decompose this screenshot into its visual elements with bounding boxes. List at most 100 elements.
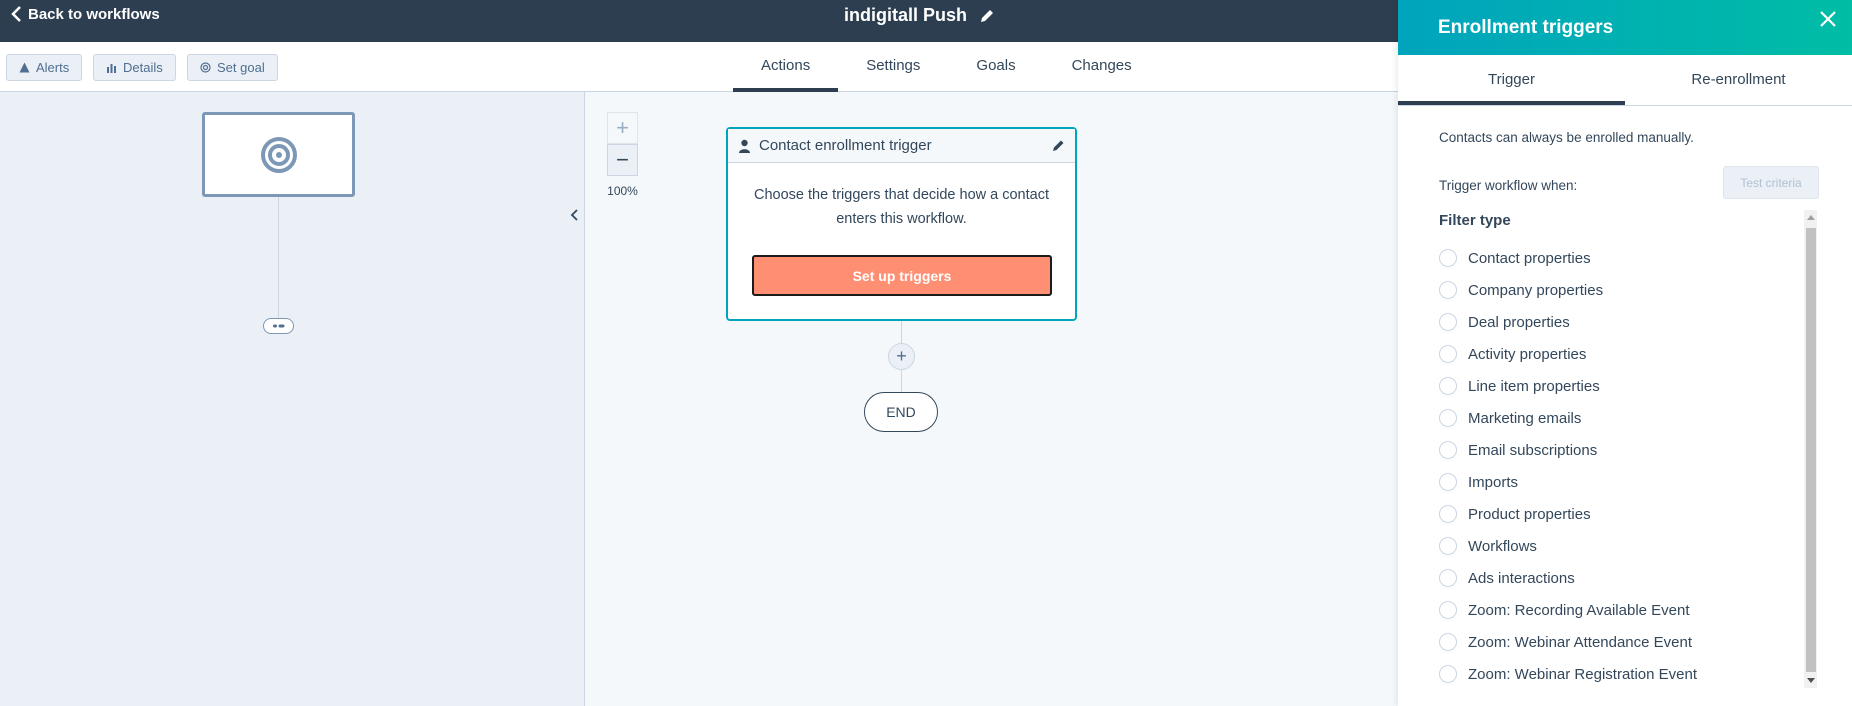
filter-label: Ads interactions — [1468, 569, 1575, 587]
radio-button[interactable] — [1439, 409, 1457, 427]
minimap-connector — [278, 197, 279, 318]
radio-button[interactable] — [1439, 313, 1457, 331]
filter-option-line-item-properties[interactable]: Line item properties — [1439, 370, 1697, 402]
trigger-card-title: Contact enrollment trigger — [759, 137, 932, 154]
filter-label: Marketing emails — [1468, 409, 1582, 427]
filter-option-imports[interactable]: Imports — [1439, 466, 1697, 498]
filter-label: Deal properties — [1468, 313, 1570, 331]
set-goal-button[interactable]: Set goal — [187, 54, 278, 81]
filter-label: Workflows — [1468, 537, 1537, 555]
minimap-panel — [0, 92, 585, 706]
trigger-when-label: Trigger workflow when: — [1439, 178, 1578, 193]
filter-list-scrollbar[interactable] — [1804, 210, 1817, 688]
workflow-tabs: Actions Settings Goals Changes — [733, 42, 1160, 92]
enrollment-triggers-panel: Enrollment triggers Trigger Re-enrollmen… — [1398, 0, 1852, 706]
filter-option-deal-properties[interactable]: Deal properties — [1439, 306, 1697, 338]
filter-label: Product properties — [1468, 505, 1591, 523]
end-node: END — [864, 392, 938, 432]
panel-header: Enrollment triggers — [1398, 0, 1852, 55]
flow-connector — [901, 370, 902, 392]
back-to-workflows-link[interactable]: Back to workflows — [10, 5, 160, 23]
radio-button[interactable] — [1439, 473, 1457, 491]
filter-option-zoom-recording-available[interactable]: Zoom: Recording Available Event — [1439, 594, 1697, 626]
filter-option-email-subscriptions[interactable]: Email subscriptions — [1439, 434, 1697, 466]
enrollment-trigger-card[interactable]: Contact enrollment trigger Choose the tr… — [726, 127, 1077, 321]
radio-button[interactable] — [1439, 633, 1457, 651]
filter-label: Line item properties — [1468, 377, 1600, 395]
scrollbar-thumb[interactable] — [1806, 228, 1816, 672]
radio-button[interactable] — [1439, 281, 1457, 299]
tab-goals[interactable]: Goals — [948, 42, 1043, 92]
workflow-title-text: indigitall Push — [844, 5, 968, 25]
radio-button[interactable] — [1439, 537, 1457, 555]
add-action-button[interactable]: + — [888, 343, 915, 370]
details-button[interactable]: Details — [93, 54, 176, 81]
contact-person-icon — [739, 139, 750, 153]
filter-label: Contact properties — [1468, 249, 1591, 267]
scroll-up-arrow-icon[interactable] — [1807, 215, 1815, 220]
filter-label: Zoom: Webinar Registration Event — [1468, 665, 1697, 683]
tab-settings[interactable]: Settings — [838, 42, 948, 92]
workflow-title: indigitall Push — [844, 5, 995, 26]
zoom-out-button[interactable]: − — [607, 144, 638, 176]
radio-button[interactable] — [1439, 441, 1457, 459]
target-icon — [200, 62, 211, 73]
filter-label: Email subscriptions — [1468, 441, 1598, 459]
collapse-panel-icon[interactable] — [568, 206, 582, 224]
filter-label: Zoom: Recording Available Event — [1468, 601, 1690, 619]
back-link-label: Back to workflows — [28, 5, 160, 23]
target-icon — [260, 136, 297, 173]
zoom-in-button[interactable]: + — [607, 112, 638, 144]
filter-label: Activity properties — [1468, 345, 1587, 363]
alerts-label: Alerts — [36, 60, 70, 75]
filter-option-activity-properties[interactable]: Activity properties — [1439, 338, 1697, 370]
filter-option-contact-properties[interactable]: Contact properties — [1439, 242, 1697, 274]
filter-option-marketing-emails[interactable]: Marketing emails — [1439, 402, 1697, 434]
chevron-left-icon — [11, 6, 21, 22]
trigger-card-header: Contact enrollment trigger — [728, 129, 1075, 163]
zoom-controls: + − 100% — [607, 112, 638, 198]
end-glyph-icon — [272, 324, 284, 328]
filter-option-zoom-webinar-registration[interactable]: Zoom: Webinar Registration Event — [1439, 658, 1697, 690]
alerts-button[interactable]: Alerts — [6, 54, 83, 81]
filter-option-ads-interactions[interactable]: Ads interactions — [1439, 562, 1697, 594]
edit-title-icon[interactable] — [979, 8, 995, 24]
radio-button[interactable] — [1439, 377, 1457, 395]
tab-trigger[interactable]: Trigger — [1398, 55, 1625, 105]
radio-button[interactable] — [1439, 505, 1457, 523]
flow-connector — [901, 321, 902, 343]
test-criteria-button[interactable]: Test criteria — [1723, 166, 1819, 199]
bar-chart-icon — [107, 64, 116, 73]
radio-button[interactable] — [1439, 665, 1457, 683]
filter-label: Zoom: Webinar Attendance Event — [1468, 633, 1693, 651]
panel-tabs: Trigger Re-enrollment — [1398, 55, 1852, 106]
zoom-level: 100% — [607, 184, 638, 198]
warning-icon — [19, 62, 30, 73]
set-goal-label: Set goal — [217, 60, 265, 75]
panel-title: Enrollment triggers — [1438, 16, 1614, 38]
filter-option-workflows[interactable]: Workflows — [1439, 530, 1697, 562]
details-label: Details — [123, 60, 163, 75]
scroll-down-arrow-icon[interactable] — [1807, 678, 1815, 683]
trigger-description: Choose the triggers that decide how a co… — [753, 187, 1049, 227]
radio-button[interactable] — [1439, 249, 1457, 267]
filter-option-zoom-webinar-attendance[interactable]: Zoom: Webinar Attendance Event — [1439, 626, 1697, 658]
filter-option-product-properties[interactable]: Product properties — [1439, 498, 1697, 530]
radio-button[interactable] — [1439, 345, 1457, 363]
set-up-triggers-button[interactable]: Set up triggers — [752, 255, 1052, 296]
minimap-viewport[interactable] — [202, 112, 355, 197]
filter-label: Company properties — [1468, 281, 1604, 299]
filter-option-company-properties[interactable]: Company properties — [1439, 274, 1697, 306]
edit-trigger-icon[interactable] — [1052, 139, 1065, 152]
close-icon[interactable] — [1818, 9, 1838, 29]
manual-enrollment-note: Contacts can always be enrolled manually… — [1439, 130, 1694, 145]
tab-re-enrollment[interactable]: Re-enrollment — [1625, 55, 1852, 105]
tab-actions[interactable]: Actions — [733, 42, 839, 92]
filter-type-list: Contact properties Company properties De… — [1439, 242, 1697, 690]
filter-label: Imports — [1468, 473, 1519, 491]
filter-type-heading: Filter type — [1439, 212, 1511, 229]
tab-changes[interactable]: Changes — [1044, 42, 1160, 92]
radio-button[interactable] — [1439, 569, 1457, 587]
minimap-end-node — [263, 318, 294, 334]
radio-button[interactable] — [1439, 601, 1457, 619]
